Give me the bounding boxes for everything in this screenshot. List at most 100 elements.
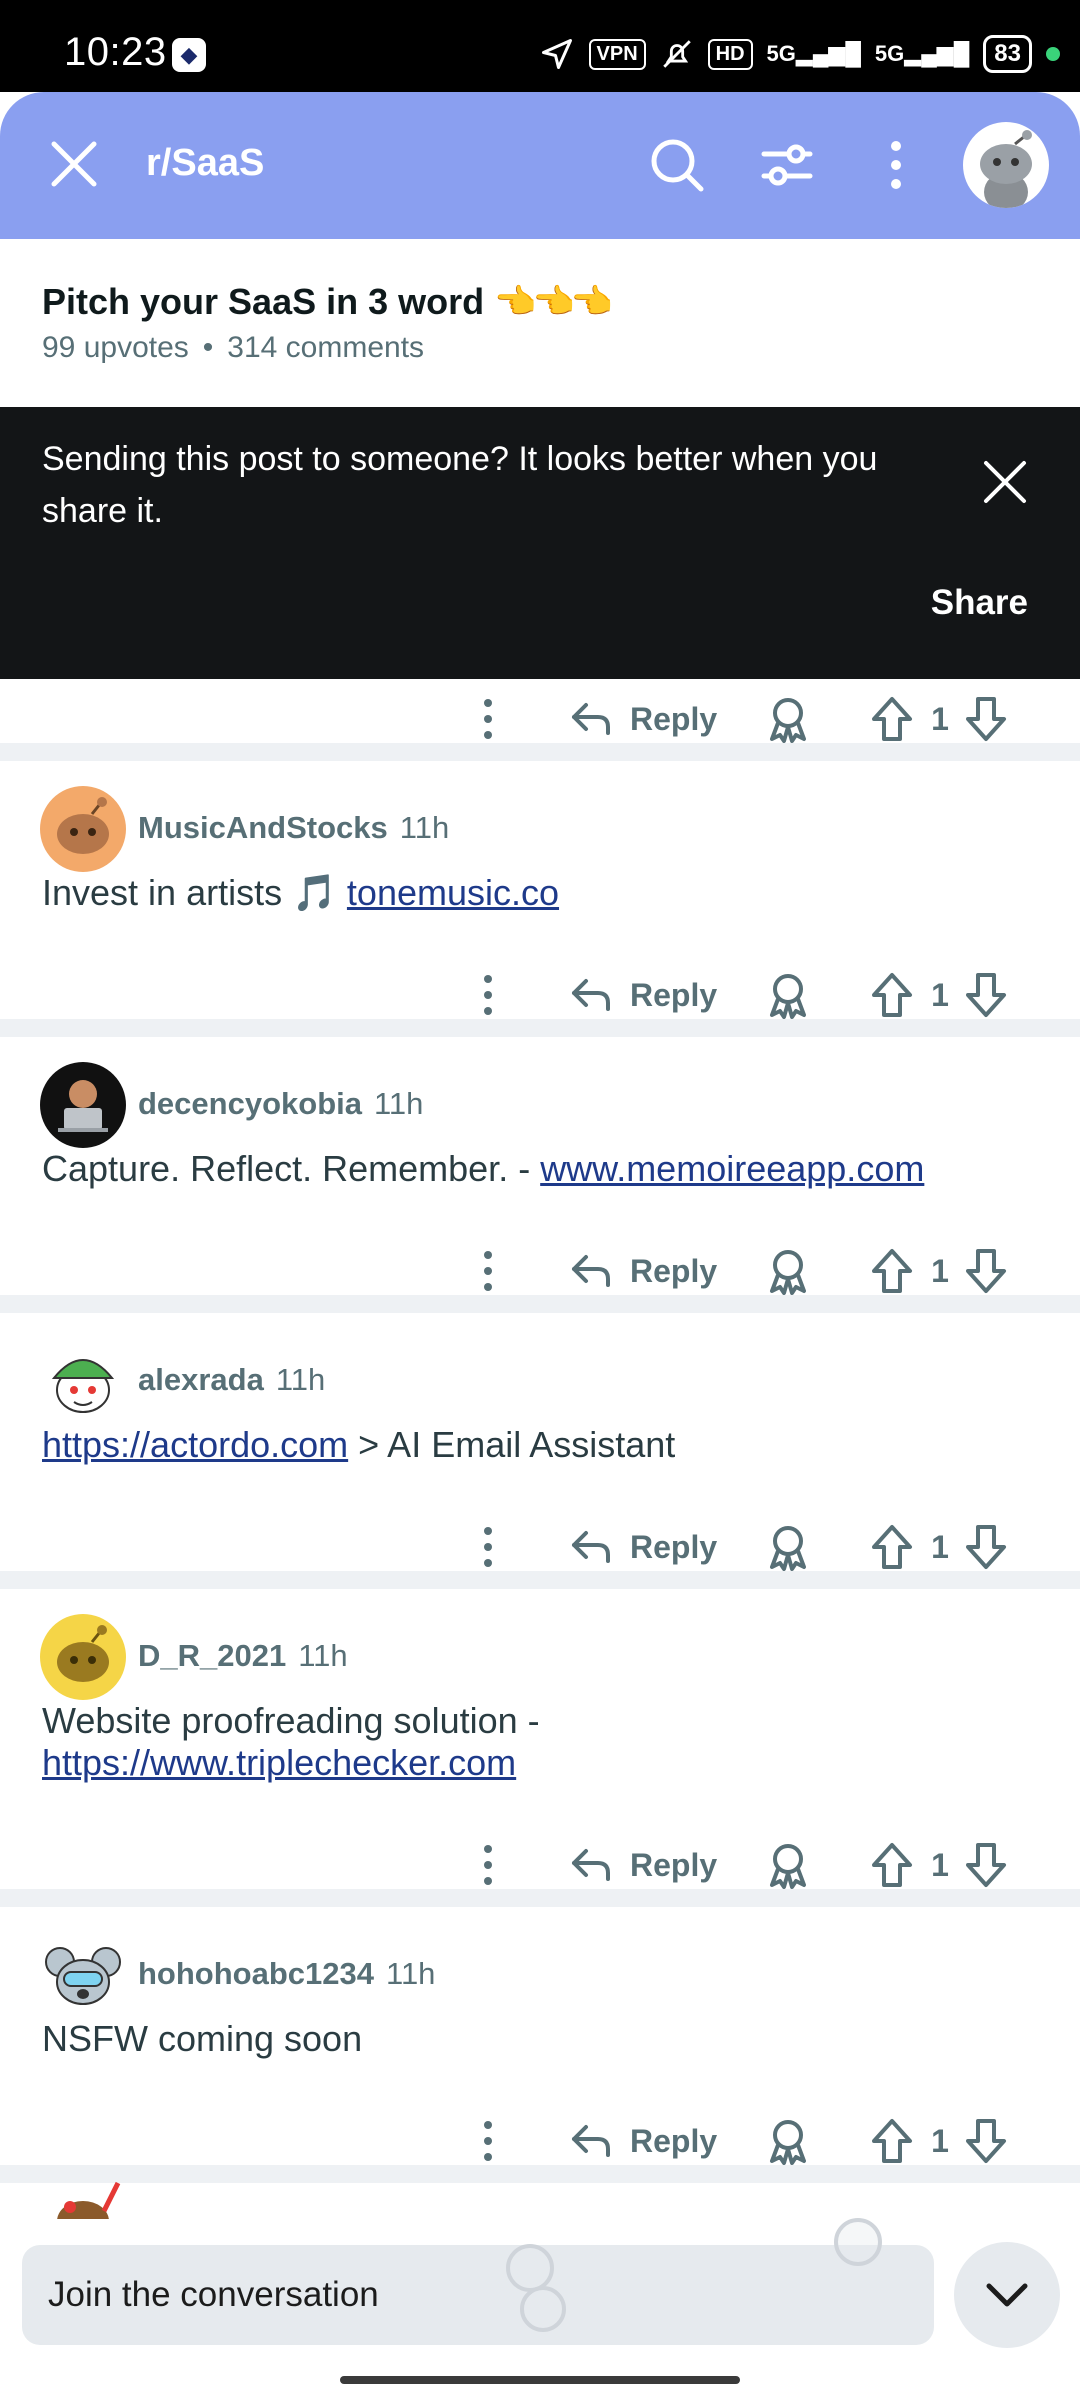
more-options-icon[interactable] — [876, 136, 916, 194]
share-banner-text: Sending this post to someone? It looks b… — [42, 440, 878, 530]
award-icon[interactable] — [766, 1523, 810, 1571]
comment-count: 314 comments — [227, 331, 425, 364]
filter-icon[interactable] — [758, 136, 816, 194]
post-header[interactable]: Pitch your SaaS in 3 word 👈👈👈 99 upvotes… — [0, 239, 1080, 409]
more-options-icon[interactable] — [476, 697, 500, 741]
comment-username[interactable]: MusicAndStocks 11h — [138, 810, 449, 846]
avatar[interactable] — [40, 1338, 126, 1424]
comment-username[interactable]: hohohoabc1234 11h — [138, 1956, 435, 1992]
comment-body: Invest in artists 🎵 tonemusic.co — [42, 872, 1002, 914]
snoo-avatar-icon — [57, 797, 109, 854]
reply-label: Reply — [630, 700, 718, 737]
reply-button[interactable]: Reply — [570, 1249, 717, 1293]
reply-icon — [572, 1849, 610, 1881]
reply-icon — [572, 2125, 610, 2157]
share-banner: Sending this post to someone? It looks b… — [0, 407, 1080, 679]
upvote-icon[interactable] — [870, 1247, 914, 1295]
post-title: Pitch your SaaS in 3 word 👈👈👈 — [42, 281, 613, 323]
mute-icon — [662, 40, 691, 68]
more-options-icon[interactable] — [476, 2119, 500, 2163]
status-bar: 10:23 ◆ VPN HD 5G▂▄▆█ 5G▂▄▆█ 83 — [0, 0, 1080, 92]
user-avatar[interactable] — [963, 122, 1049, 208]
battery-icon: 83 — [983, 35, 1032, 73]
username[interactable]: decencyokobia — [138, 1086, 362, 1121]
award-icon[interactable] — [766, 1247, 810, 1295]
reply-button[interactable]: Reply — [570, 1843, 717, 1887]
pointing-hands-emoji: 👈👈👈 — [494, 283, 613, 321]
join-conversation-input[interactable]: Join the conversation — [22, 2245, 934, 2345]
snoo-avatar-icon — [57, 2181, 121, 2219]
more-options-icon[interactable] — [476, 1843, 500, 1887]
timestamp: 11h — [275, 1362, 326, 1397]
downvote-icon[interactable] — [964, 2117, 1008, 2165]
meta-separator: • — [202, 331, 214, 364]
comment-body: NSFW coming soon — [42, 2018, 1002, 2060]
comment-divider — [0, 743, 1080, 761]
comment-link[interactable]: https://www.triplechecker.com — [42, 1742, 516, 1783]
home-indicator[interactable] — [340, 2376, 740, 2384]
signal-icon-2: 5G▂▄▆█ — [874, 41, 970, 66]
downvote-icon[interactable] — [964, 695, 1008, 743]
comment-body: https://actordo.com > AI Email Assistant — [42, 1424, 1002, 1466]
comment-username[interactable]: decencyokobia 11h — [138, 1086, 423, 1122]
signal-icon: 5G▂▄▆█ — [766, 41, 861, 66]
reply-button[interactable]: Reply — [570, 2119, 717, 2163]
reply-button[interactable]: Reply — [570, 1525, 717, 1569]
more-options-icon[interactable] — [476, 973, 500, 1017]
comment-link[interactable]: www.memoireeapp.com — [540, 1148, 924, 1189]
upvote-icon[interactable] — [870, 695, 914, 743]
reply-icon — [572, 1531, 610, 1563]
award-icon[interactable] — [766, 971, 810, 1019]
reply-icon — [572, 703, 610, 735]
more-options-icon[interactable] — [476, 1525, 500, 1569]
reply-button[interactable]: Reply — [570, 697, 717, 741]
upvote-icon[interactable] — [870, 971, 914, 1019]
comment-username[interactable]: alexrada 11h — [138, 1362, 325, 1398]
reply-label: Reply — [630, 2122, 718, 2159]
upvote-icon[interactable] — [870, 2117, 914, 2165]
award-icon[interactable] — [766, 2117, 810, 2165]
more-options-icon[interactable] — [476, 1249, 500, 1293]
chevron-down-icon — [986, 2283, 1028, 2307]
comment-divider — [0, 1571, 1080, 1589]
touch-indicator — [506, 2244, 554, 2292]
location-icon — [541, 39, 572, 69]
snoo-avatar-icon — [980, 130, 1032, 208]
close-icon[interactable] — [46, 136, 102, 192]
subreddit-title[interactable]: r/SaaS — [146, 142, 264, 185]
avatar[interactable] — [40, 1932, 126, 2018]
username[interactable]: D_R_2021 — [138, 1638, 286, 1673]
downvote-icon[interactable] — [964, 971, 1008, 1019]
vote-count: 1 — [931, 2123, 949, 2159]
post-meta: 99 upvotes • 314 comments — [42, 331, 424, 365]
username[interactable]: alexrada — [138, 1362, 264, 1397]
downvote-icon[interactable] — [964, 1247, 1008, 1295]
avatar[interactable] — [40, 786, 126, 872]
network-type: 5G — [766, 41, 796, 66]
comment-link[interactable]: tonemusic.co — [347, 872, 559, 913]
collapse-button[interactable] — [954, 2242, 1060, 2348]
award-icon[interactable] — [766, 1841, 810, 1889]
username[interactable]: MusicAndStocks — [138, 810, 388, 845]
search-icon[interactable] — [648, 136, 706, 194]
award-icon[interactable] — [766, 695, 810, 743]
comment-username[interactable]: D_R_2021 11h — [138, 1638, 348, 1674]
reply-label: Reply — [630, 976, 718, 1013]
upvote-icon[interactable] — [870, 1523, 914, 1571]
comment-text-after: > AI Email Assistant — [348, 1424, 676, 1465]
snoo-avatar-icon — [57, 1625, 109, 1682]
reply-button[interactable]: Reply — [570, 973, 717, 1017]
status-icons: VPN HD 5G▂▄▆█ 5G▂▄▆█ 83 — [539, 34, 1060, 74]
downvote-icon[interactable] — [964, 1523, 1008, 1571]
username[interactable]: hohohoabc1234 — [138, 1956, 374, 1991]
comment-link[interactable]: https://actordo.com — [42, 1424, 348, 1465]
avatar[interactable] — [40, 1614, 126, 1700]
upvote-icon[interactable] — [870, 1841, 914, 1889]
share-button[interactable]: Share — [931, 583, 1028, 623]
downvote-icon[interactable] — [964, 1841, 1008, 1889]
avatar[interactable] — [40, 2181, 126, 2219]
close-icon[interactable] — [980, 457, 1030, 507]
koala-avatar-icon — [45, 1947, 121, 2005]
timestamp: 11h — [386, 1956, 436, 1991]
avatar[interactable] — [40, 1062, 126, 1148]
